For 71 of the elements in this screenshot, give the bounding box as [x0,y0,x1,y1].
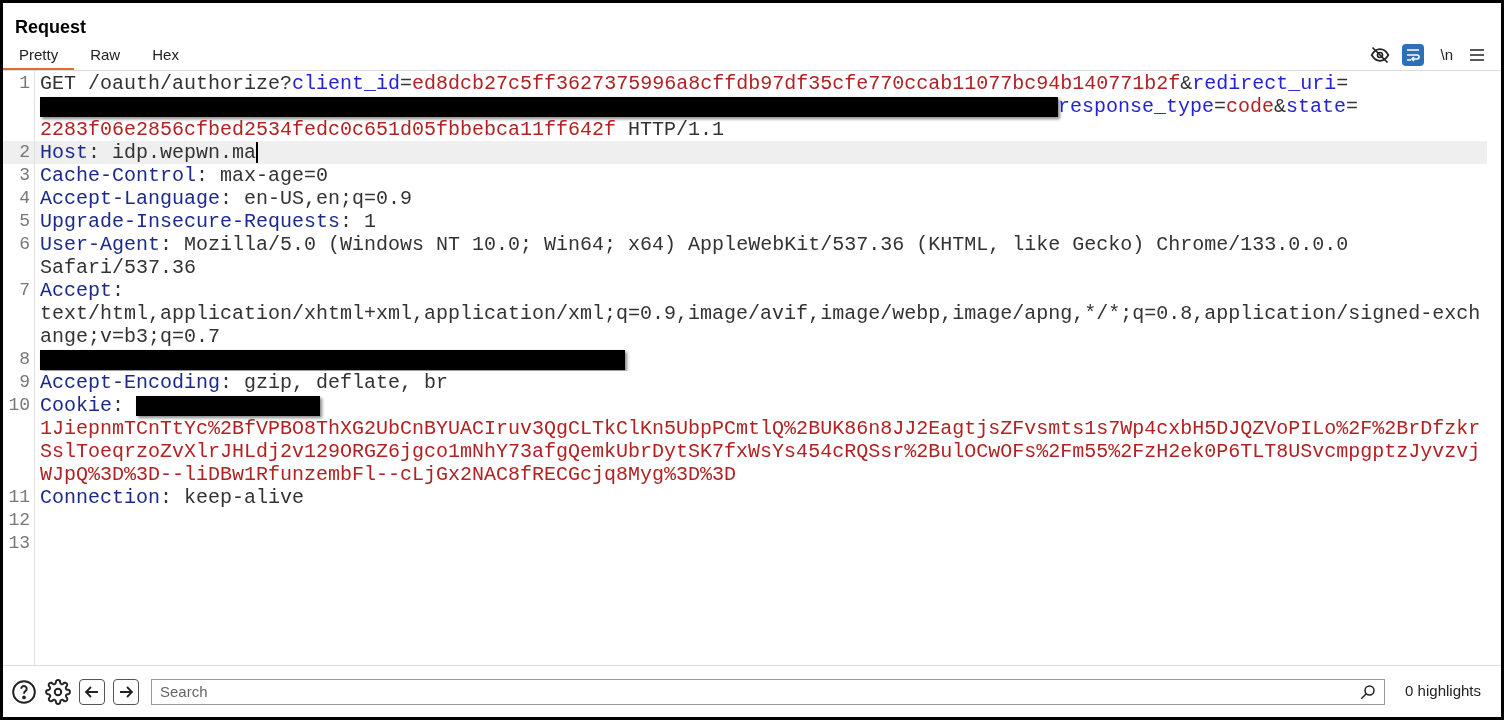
header-name: Accept-Encoding [40,371,221,394]
arrow-left-icon [84,683,100,700]
code-text: : gzip, deflate, br [220,371,449,394]
param-name: redirect_uri [1192,72,1337,95]
code-text: : [112,279,125,302]
code-text: : idp.wepwn.ma [88,141,257,164]
line-number: 1 [18,72,31,95]
param-value: 1JiepnmTCnTtYc%2BfVPBO8ThXG2UbCnBYUACIruv3QgCLTkClKn5UbpPCmtlQ%2BUK86n8JJ2EagtjsZFvsmts1s7Wp4cxbH5DJQZVoPILo%2F%2BrDfzkr [40,417,1481,440]
header-name: Connection [40,486,161,509]
newline-toggle[interactable]: \n [1436,43,1457,66]
code-text: = [400,72,413,95]
code-text: : 1 [340,210,377,233]
help-icon[interactable] [11,678,37,705]
param-value: code [1226,95,1275,118]
code-text: = [1336,72,1349,95]
settings-icon[interactable] [45,678,71,705]
code-text: HTTP/1.1 [627,118,725,141]
param-name: state [1286,95,1347,118]
arrow-right-icon [118,683,134,700]
forward-button[interactable] [113,678,139,705]
line-number: 7 [18,279,31,302]
tab[interactable]: Pretty [3,43,75,70]
code-text: = [1214,95,1227,118]
code-text: Safari/537.36 [40,256,197,279]
header-name: Upgrade-Insecure-Requests [40,210,341,233]
code-text: & [1180,72,1193,95]
line-number: 8 [18,348,31,371]
line-number: 9 [18,371,31,394]
tab[interactable]: Hex [136,43,195,70]
search-icon[interactable] [1359,682,1378,701]
wrap-toggle[interactable] [1402,43,1425,66]
wrap-icon [1405,46,1422,63]
header-name: Host [40,141,88,164]
code-text: = [1346,95,1359,118]
line-number: 13 [7,532,31,555]
header-name: Cookie [40,394,112,417]
line-number: 12 [7,509,31,532]
code-text: ange;v=b3;q=0.7 [40,325,221,348]
param-name: client_id [292,72,401,95]
line-number: 2 [18,141,31,164]
code-text: & [1274,95,1287,118]
code-text: : Mozilla/5.0 (Windows NT 10.0; Win64; x64) AppleWebKit/537.36 (KHTML, like Gecko) Chrome/133.0.0.0 [160,233,1349,256]
text-cursor [256,142,259,163]
code-text: : en-US,en;q=0.9 [220,187,413,210]
header-name: Accept-Language [40,187,221,210]
eye-off-icon[interactable] [1370,44,1391,65]
line-number: 5 [18,210,31,233]
panel-title: Request [15,16,87,39]
tab[interactable]: Raw [74,43,137,70]
line-number: 6 [18,233,31,256]
search-field[interactable]: Search [151,678,1386,705]
header-name: Cache-Control [40,164,197,187]
code-text: text/html,application/xhtml+xml,application/xml;q=0.9,image/avif,image/webp,image/apng,*/*;q=0.8,application/signed-exch [40,302,1481,325]
param-value: SslToeqrzoZvXlrJHLdj2v129ORGZ6jgco1mNhY73afgQemkUbrDytSK7fxWsYs454cRQSsr%2BulOCwOFs%2Fm55%2FzH2ek0P6TLT8USvcmpgptzJyvzvj [40,440,1481,463]
line-number: 4 [18,187,31,210]
code-text: : [112,394,126,417]
menu-icon[interactable] [1469,47,1485,62]
line-number: 3 [18,164,31,187]
header-name: User-Agent [40,233,161,256]
param-value: WJpQ%3D%3D--liDBw1RfunzembFl--cLjGx2NAC8fRECGcjq8Myg%3D%3D [40,463,737,486]
header-name: Accept [40,279,112,302]
highlights-count: 0 highlights [1404,681,1482,702]
param-value: 2283f06e2856cfbed2534fedc0c651d05fbbebca11ff642f [40,118,617,141]
param-name: response_type [1058,95,1215,118]
line-number: 10 [7,394,31,417]
param-value: ed8dcb27c5ff3627375996a8cffdb97df35cfe770ccab11077bc94b140771b2f [412,72,1181,95]
code-text: GET /oauth/authorize? [40,72,293,95]
code-text: : keep-alive [160,486,305,509]
code-text: : max-age=0 [196,164,329,187]
line-number: 11 [7,486,31,509]
back-button[interactable] [79,678,105,705]
